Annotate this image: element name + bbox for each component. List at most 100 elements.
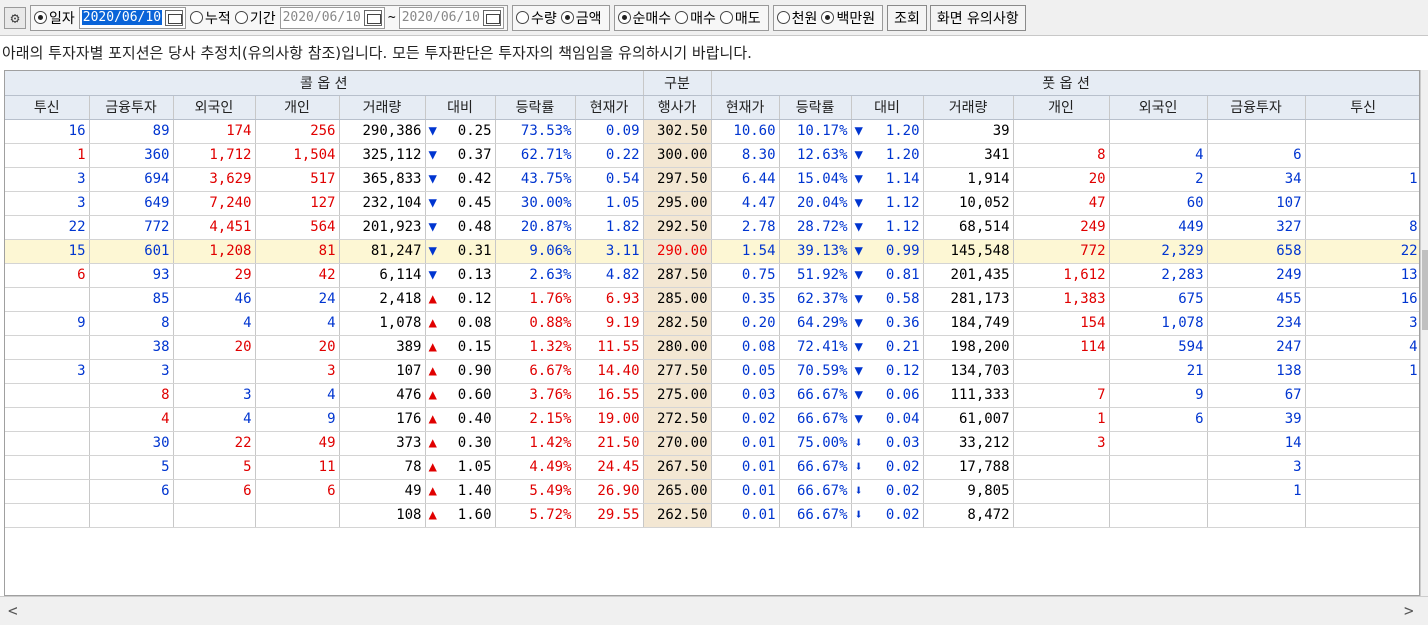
column-header[interactable]: 등락률	[495, 95, 576, 120]
column-header[interactable]: 개인	[1013, 95, 1110, 120]
column-header[interactable]: 현재가	[711, 95, 780, 120]
put-financial: 1	[1207, 479, 1306, 504]
radio-cumulative[interactable]: 누적	[190, 8, 231, 28]
radio-amount[interactable]: 금액	[560, 8, 602, 28]
cell-value: 256	[310, 123, 336, 139]
cell-value: 300.00	[656, 147, 708, 163]
query-button[interactable]: 조회	[887, 4, 927, 31]
table-row[interactable]: 3 3 3 107 ▲ 0.90 6.67% 14.40 277.50 0.05 70.59% ▼ 0.…	[5, 359, 1419, 384]
vertical-scrollbar[interactable]	[1420, 70, 1428, 596]
column-header[interactable]: 투신	[1305, 95, 1419, 120]
table-row[interactable]: 22 772 4,451 564 201,923 ▼ 0.48 20.87% 1.82 292.5…	[5, 215, 1419, 240]
cell-value: 72.41%	[796, 339, 848, 355]
table-row[interactable]: 3 694 3,629 517 365,833 ▼ 0.42 43.75% 0.54 297.50…	[5, 167, 1419, 192]
column-header[interactable]: 개인	[255, 95, 340, 120]
column-header[interactable]: 등락률	[779, 95, 852, 120]
column-header[interactable]: 외국인	[173, 95, 256, 120]
calendar-icon[interactable]	[165, 9, 184, 26]
put-foreign: 675	[1109, 287, 1208, 312]
put-financial	[1207, 503, 1306, 528]
put-volume: 281,173	[923, 287, 1014, 312]
put-price: 0.01	[711, 431, 780, 456]
table-row[interactable]: 16 89 174 256 290,386 ▼ 0.25 73.53% 0.09 302.50 10…	[5, 119, 1419, 144]
table-row[interactable]: 6 93 29 42 6,114 ▼ 0.13 2.63% 4.82 287.50 0.75 51.9…	[5, 263, 1419, 288]
calendar-icon[interactable]	[482, 9, 501, 26]
column-header[interactable]: 거래량	[339, 95, 426, 120]
cell-value: 0.03	[741, 387, 776, 403]
column-header[interactable]: 외국인	[1109, 95, 1208, 120]
cell-value: 360	[144, 147, 170, 163]
call-individual: 42	[255, 263, 340, 288]
call-change: ▲ 0.15	[425, 335, 496, 360]
cell-value: 42	[318, 267, 336, 283]
horizontal-scrollbar[interactable]: < >	[0, 596, 1428, 625]
radio-million-won[interactable]: 백만원	[821, 8, 875, 28]
call-individual: 11	[255, 455, 340, 480]
cell-value: 281,173	[950, 291, 1010, 307]
period-to-field[interactable]: 2020/06/10	[398, 6, 504, 29]
cell-value: 2,283	[1161, 267, 1204, 283]
cell-value: 174	[226, 123, 252, 139]
scroll-right-icon[interactable]: >	[1404, 601, 1414, 620]
table-row[interactable]: 38 20 20 389 ▲ 0.15 1.32% 11.55 280.00 0.08 72.41%…	[5, 335, 1419, 360]
table-row[interactable]: 1 360 1,712 1,504 325,112 ▼ 0.37 62.71% 0.22 300.…	[5, 143, 1419, 168]
cell-value: 1.12	[885, 219, 920, 235]
column-header[interactable]: 투신	[5, 95, 90, 120]
period-from-field[interactable]: 2020/06/10	[279, 6, 385, 29]
radio-date[interactable]: 일자	[34, 8, 75, 28]
cell-value: 201,435	[950, 267, 1010, 283]
cell-value: 0.40	[457, 411, 492, 427]
screen-notice-button[interactable]: 화면 유의사항	[929, 4, 1026, 31]
put-trust: 22	[1305, 239, 1419, 264]
calendar-icon[interactable]	[363, 9, 382, 26]
table-row[interactable]: 8 3 4 476 ▲ 0.60 3.76% 16.55 275.00 0.03 66.67% ▼ 0.…	[5, 383, 1419, 408]
call-trust: 6	[5, 263, 90, 288]
column-header[interactable]: 행사가	[643, 95, 712, 120]
column-header[interactable]: 거래량	[923, 95, 1014, 120]
cell-value: 145,548	[950, 243, 1010, 259]
put-foreign: 2,329	[1109, 239, 1208, 264]
radio-quantity[interactable]: 수량	[515, 8, 557, 28]
cell-value: 16.55	[597, 387, 640, 403]
put-trust	[1305, 479, 1419, 504]
table-row[interactable]: 6 6 6 49 ▲ 1.40 5.49% 26.90 265.00 0.01 66.67% ⬇ 0.0…	[5, 479, 1419, 504]
options-table: 콜 옵 션 구분 풋 옵 션 투신 금융투자 외국인 개인 거래량 대비 등락률 현재가 행사가…	[5, 71, 1419, 528]
table-row[interactable]: 15 601 1,208 81 81,247 ▼ 0.31 9.06% 3.11 290.00 1.…	[5, 239, 1419, 264]
call-change: ▲ 0.30	[425, 431, 496, 456]
radio-period[interactable]: 기간	[234, 8, 276, 28]
call-change: ▲ 0.40	[425, 407, 496, 432]
cell-value: 772	[144, 219, 170, 235]
table-row[interactable]: 5 5 11 78 ▲ 1.05 4.49% 24.45 267.50 0.01 66.67% ⬇ 0.…	[5, 455, 1419, 480]
strike-price: 302.50	[643, 119, 712, 144]
table-row[interactable]: 4 4 9 176 ▲ 0.40 2.15% 19.00 272.50 0.02 66.67% ▼ 0.…	[5, 407, 1419, 432]
cell-value: 270.00	[656, 435, 708, 451]
radio-buy[interactable]: 매수	[675, 8, 716, 28]
put-individual: 772	[1013, 239, 1110, 264]
column-header[interactable]: 현재가	[575, 95, 644, 120]
cell-value: 6	[161, 483, 170, 499]
cell-value: 15.04%	[796, 171, 848, 187]
date-field[interactable]: 2020/06/10	[78, 6, 187, 29]
table-row[interactable]: 85 46 24 2,418 ▲ 0.12 1.76% 6.93 285.00 0.35 62.37…	[5, 287, 1419, 312]
column-header[interactable]: 대비	[851, 95, 924, 120]
table-row[interactable]: 9 8 4 4 1,078 ▲ 0.08 0.88% 9.19 282.50 0.20 64.29% ▼…	[5, 311, 1419, 336]
column-header[interactable]: 금융투자	[1207, 95, 1306, 120]
scroll-thumb[interactable]	[1422, 250, 1428, 330]
column-header[interactable]: 대비	[425, 95, 496, 120]
radio-net-buy[interactable]: 순매수	[617, 8, 671, 28]
scroll-left-icon[interactable]: <	[8, 601, 18, 620]
put-change: ▼ 1.14	[851, 167, 924, 192]
triangle-up-icon: ▲	[428, 435, 437, 451]
cell-value: 1,078	[1161, 315, 1204, 331]
call-foreign	[173, 359, 256, 384]
radio-thousand-won[interactable]: 천원	[776, 8, 817, 28]
table-row[interactable]: 30 22 49 373 ▲ 0.30 1.42% 21.50 270.00 0.01 75.00%…	[5, 431, 1419, 456]
column-header[interactable]: 금융투자	[89, 95, 174, 120]
radio-sell[interactable]: 매도	[719, 8, 761, 28]
settings-gear-icon[interactable]: ⚙	[4, 6, 26, 29]
put-individual: 1,612	[1013, 263, 1110, 288]
table-row[interactable]: 3 649 7,240 127 232,104 ▼ 0.45 30.00% 1.05 295.00…	[5, 191, 1419, 216]
cell-value: 0.02	[885, 507, 920, 523]
table-row[interactable]: 108 ▲ 1.60 5.72% 29.55 262.50 0.01 66.67% ⬇ 0.02 8…	[5, 503, 1419, 528]
cell-value: 16	[1400, 291, 1418, 307]
